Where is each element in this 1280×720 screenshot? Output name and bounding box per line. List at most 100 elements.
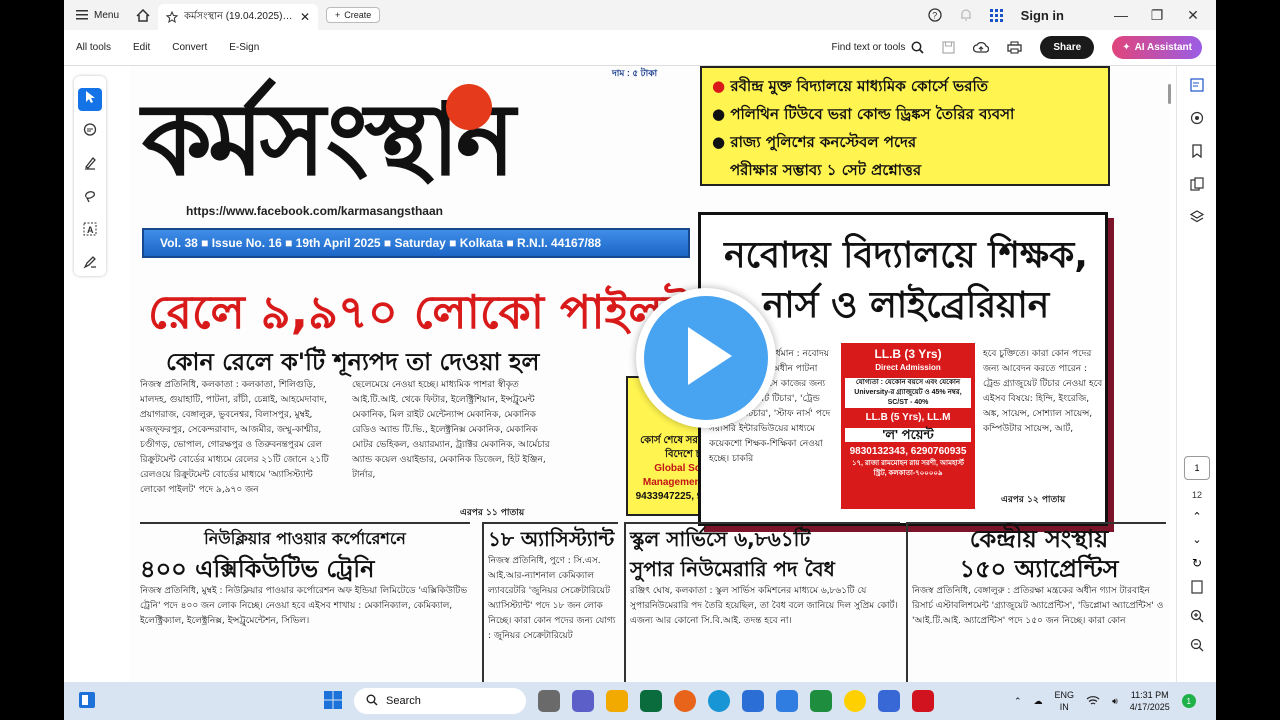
print-icon[interactable]	[1007, 41, 1023, 54]
menu-all-tools[interactable]: All tools	[76, 42, 111, 53]
contents-item-3: রাজ্য পুলিশের কনস্টেবল পদের	[730, 133, 917, 151]
upload-cloud-icon[interactable]	[973, 41, 990, 54]
taskbar-search[interactable]: Search	[354, 688, 526, 714]
sign-in-button[interactable]: Sign in	[1021, 8, 1064, 23]
minimize-icon[interactable]: —	[1112, 7, 1130, 23]
edge-icon[interactable]	[708, 690, 730, 712]
refresh-icon[interactable]: ↻	[1192, 556, 1202, 570]
show-hidden-icons[interactable]: ⌃	[1014, 696, 1022, 707]
taskbar-clock[interactable]: 11:31 PM 4/17/2025	[1130, 689, 1170, 713]
apprentice-article: কেন্দ্রীয় সংস্থায় ১৫০ অ্যাপ্রেন্টিস নি…	[906, 522, 1166, 682]
taskbar-search-icon	[366, 694, 378, 709]
ai-assistant-label: AI Assistant	[1134, 42, 1192, 53]
page-down-icon[interactable]: ⌄	[1192, 533, 1201, 546]
restore-icon[interactable]: ❐	[1148, 7, 1166, 24]
page-fit-icon[interactable]	[1191, 580, 1203, 599]
ai-assistant-button[interactable]: ✦ AI Assistant	[1112, 36, 1202, 59]
page-up-icon[interactable]: ⌃	[1192, 510, 1201, 523]
task-view-icon[interactable]	[538, 690, 560, 712]
language-indicator[interactable]: ENG IN	[1055, 689, 1075, 713]
teams-icon[interactable]	[572, 690, 594, 712]
zoom-in-icon[interactable]	[1190, 609, 1204, 628]
menu-label: Menu	[94, 9, 120, 21]
ai-summary-icon[interactable]	[1189, 78, 1204, 97]
menu-button[interactable]: Menu	[64, 10, 128, 21]
vertical-scrollbar[interactable]	[1168, 84, 1171, 104]
text-recognition-tool[interactable]: A	[78, 220, 102, 243]
llb-line-5: 'ল' পয়েন্ট	[845, 428, 971, 442]
menu-e-sign[interactable]: E-Sign	[229, 42, 259, 53]
npcil-article: নিউক্লিয়ার পাওয়ার কর্পোরেশনে ৪০০ এক্সি…	[140, 522, 470, 682]
acrobat-icon[interactable]	[912, 690, 934, 712]
save-icon[interactable]	[942, 41, 955, 54]
draw-tool[interactable]	[78, 187, 102, 210]
lang-line-2: IN	[1059, 702, 1069, 712]
video-play-button[interactable]	[636, 288, 776, 428]
file-explorer-icon[interactable]	[606, 690, 628, 712]
clock-time: 11:31 PM	[1130, 690, 1169, 700]
outlook-icon[interactable]	[776, 690, 798, 712]
svg-text:A: A	[87, 225, 94, 235]
contents-item-2: পলিথিন টিউবে ভরা কোল্ড ড্রিঙ্কস তৈরির ব্…	[730, 105, 1015, 123]
school-service-title-2: সুপার নিউমেরারি পদ বৈধ	[630, 557, 835, 581]
onedrive-icon[interactable]: ☁	[1034, 696, 1043, 707]
document-tab[interactable]: কর্মসংস্থান (19.04.2025)_s... ✕	[158, 4, 318, 30]
cursor-icon	[84, 90, 96, 109]
menu-edit[interactable]: Edit	[133, 42, 150, 53]
nabodaya-continued: এরপর ১২ পাতায়	[1001, 495, 1066, 505]
copy-pages-icon[interactable]	[1189, 177, 1204, 196]
school-service-title-1: স্কুল সার্ভিসে ৬,৮৬১টি	[630, 527, 811, 551]
menu-toolbar: All tools Edit Convert E-Sign Find text …	[64, 30, 1216, 66]
menu-convert[interactable]: Convert	[172, 42, 207, 53]
store-icon[interactable]	[640, 690, 662, 712]
bullet-black: ●	[712, 133, 731, 151]
wifi-icon[interactable]	[1086, 695, 1100, 708]
letterbox-left	[0, 0, 64, 720]
volume-banner: Vol. 38 ■ Issue No. 16 ■ 19th April 2025…	[142, 228, 690, 258]
signature-pen-icon	[83, 255, 97, 274]
comment-tool[interactable]	[78, 121, 102, 144]
contents-box: ● রবীন্দ্র মুক্ত বিদ্যালয়ে মাধ্যমিক কোর…	[700, 66, 1110, 186]
zoom-out-icon[interactable]	[1190, 638, 1204, 657]
find-text-button[interactable]: Find text or tools	[831, 41, 924, 54]
firefox-icon[interactable]	[674, 690, 696, 712]
widgets-icon[interactable]	[78, 691, 96, 712]
chrome-icon[interactable]	[844, 690, 866, 712]
layers-icon[interactable]	[1189, 210, 1204, 229]
close-tab-icon[interactable]: ✕	[300, 10, 310, 24]
hamburger-icon	[76, 10, 88, 20]
llb-line-1: LL.B (3 Yrs)	[874, 347, 942, 361]
home-icon	[136, 8, 150, 22]
bookmark-icon[interactable]	[1191, 144, 1203, 163]
excel-icon[interactable]	[810, 690, 832, 712]
comment-panel-icon[interactable]	[1190, 111, 1204, 130]
select-tool[interactable]	[78, 88, 102, 111]
current-page-input[interactable]: 1	[1184, 456, 1210, 480]
llb-line-6: 9830132343, 6290760935	[849, 446, 967, 457]
share-button[interactable]: Share	[1040, 36, 1095, 59]
volume-icon[interactable]: 🔊︎	[1112, 696, 1118, 707]
word-icon[interactable]	[742, 690, 764, 712]
sign-tool[interactable]	[78, 253, 102, 276]
pen-icon	[83, 156, 97, 175]
windows-start-icon[interactable]	[324, 690, 342, 712]
close-window-icon[interactable]: ✕	[1184, 7, 1202, 24]
llb-line-4: LL.B (5 Yrs), LL.M	[865, 412, 951, 423]
bell-icon[interactable]	[960, 8, 972, 22]
clock-date: 4/17/2025	[1129, 702, 1170, 712]
article-body-left: নিজস্ব প্রতিনিধি, কলকাতা : কলকাতা, শিলিগ…	[140, 380, 329, 495]
calendar-icon[interactable]	[878, 690, 900, 712]
letterbox-right	[1216, 0, 1280, 720]
apprentice-body: নিজস্ব প্রতিনিধি, বেঙ্গালুরু : প্রতিরক্ষ…	[912, 586, 1164, 626]
help-icon[interactable]: ?	[928, 8, 942, 22]
pdf-page: দাম : ৫ টাকা কর্মসংস্থান https://www.fac…	[130, 66, 1170, 682]
total-pages: 12	[1191, 490, 1202, 500]
apps-grid-icon[interactable]	[989, 8, 1003, 22]
highlight-tool[interactable]	[78, 154, 102, 177]
home-button[interactable]	[128, 8, 158, 22]
create-button[interactable]: + Create	[326, 7, 381, 23]
text-box-icon: A	[83, 222, 97, 241]
star-icon[interactable]	[166, 11, 178, 23]
llb-line-3: যোগ্যতা : যেকোন বয়সে এবং যেকোন Universi…	[845, 378, 971, 408]
notification-badge[interactable]: 1	[1181, 694, 1196, 708]
